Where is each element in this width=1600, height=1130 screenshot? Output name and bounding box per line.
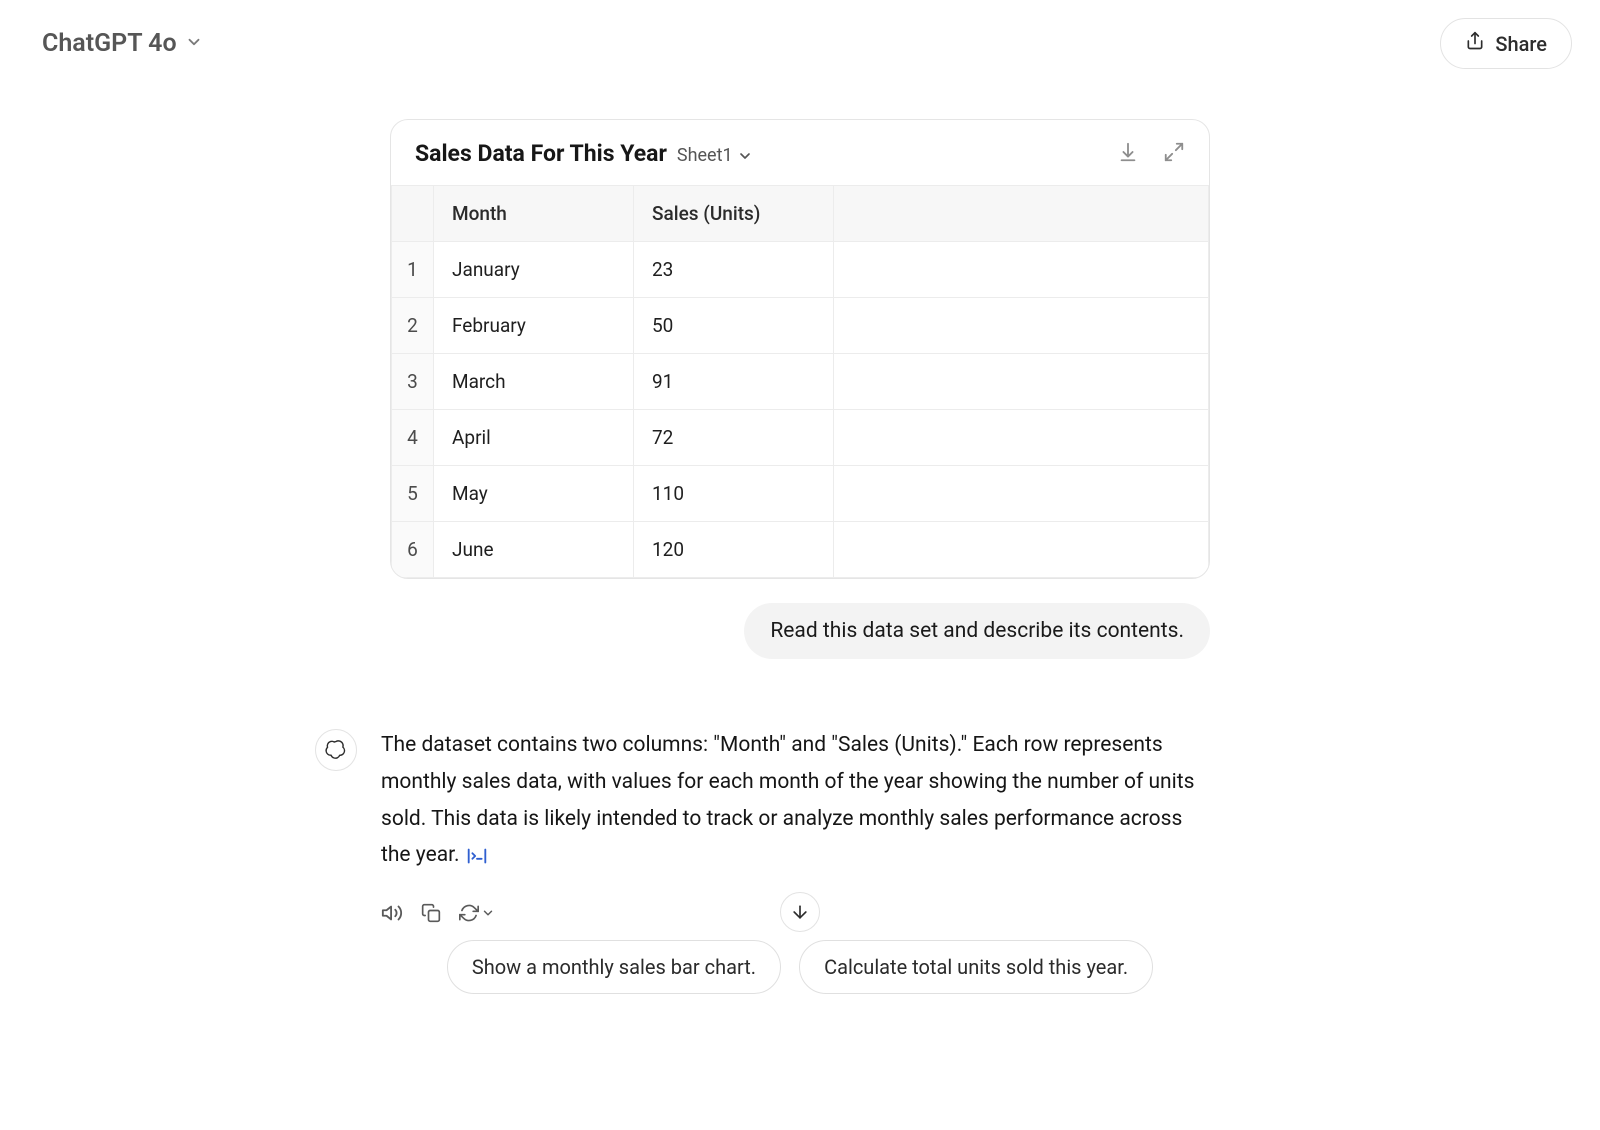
arrow-down-icon: [790, 902, 810, 922]
cell-blank: [834, 466, 1209, 522]
cell-sales: 72: [634, 410, 834, 466]
col-header-month[interactable]: Month: [434, 186, 634, 242]
suggestion-pill[interactable]: Show a monthly sales bar chart.: [447, 940, 781, 994]
table-row[interactable]: 2 February 50: [392, 298, 1209, 354]
user-message: Read this data set and describe its cont…: [744, 603, 1210, 659]
cell-month: April: [434, 410, 634, 466]
expand-icon: [1163, 141, 1185, 163]
copy-button[interactable]: [421, 903, 441, 923]
cell-month: March: [434, 354, 634, 410]
cell-sales: 120: [634, 522, 834, 578]
chevron-down-icon: [737, 148, 753, 164]
row-number: 3: [392, 354, 434, 410]
cell-blank: [834, 522, 1209, 578]
suggestion-pill[interactable]: Calculate total units sold this year.: [799, 940, 1153, 994]
model-name: ChatGPT 4o: [42, 29, 177, 58]
cell-blank: [834, 298, 1209, 354]
row-number: 1: [392, 242, 434, 298]
cell-blank: [834, 242, 1209, 298]
sheet-tab-label: Sheet1: [677, 145, 733, 166]
assistant-message: The dataset contains two columns: "Month…: [381, 727, 1210, 874]
refresh-icon: [459, 903, 479, 923]
expand-button[interactable]: [1163, 141, 1185, 167]
code-reference-link[interactable]: [465, 846, 489, 866]
chevron-down-icon: [481, 906, 495, 920]
share-icon: [1465, 31, 1485, 56]
copy-icon: [421, 903, 441, 923]
scroll-down-button[interactable]: [780, 892, 820, 932]
table-row[interactable]: 5 May 110: [392, 466, 1209, 522]
regenerate-button[interactable]: [459, 903, 495, 923]
cell-month: January: [434, 242, 634, 298]
read-aloud-button[interactable]: [381, 902, 403, 924]
row-number: 5: [392, 466, 434, 522]
assistant-avatar: [315, 729, 357, 771]
cell-month: February: [434, 298, 634, 354]
table-row[interactable]: 4 April 72: [392, 410, 1209, 466]
table-corner: [392, 186, 434, 242]
chevron-down-icon: [185, 29, 203, 58]
cell-blank: [834, 410, 1209, 466]
table-row[interactable]: 6 June 120: [392, 522, 1209, 578]
sheet-title: Sales Data For This Year: [415, 140, 667, 167]
spreadsheet-card: Sales Data For This Year Sheet1: [390, 119, 1210, 579]
share-label: Share: [1495, 32, 1547, 56]
model-selector[interactable]: ChatGPT 4o: [42, 29, 203, 58]
assistant-message-text: The dataset contains two columns: "Month…: [381, 733, 1194, 867]
cell-month: May: [434, 466, 634, 522]
cell-blank: [834, 354, 1209, 410]
table-row[interactable]: 3 March 91: [392, 354, 1209, 410]
cell-month: June: [434, 522, 634, 578]
openai-logo-icon: [324, 738, 348, 762]
sheet-tab-selector[interactable]: Sheet1: [677, 145, 753, 166]
cell-sales: 50: [634, 298, 834, 354]
cell-sales: 23: [634, 242, 834, 298]
row-number: 2: [392, 298, 434, 354]
cell-sales: 110: [634, 466, 834, 522]
cell-sales: 91: [634, 354, 834, 410]
share-button[interactable]: Share: [1440, 18, 1572, 69]
download-button[interactable]: [1117, 141, 1139, 167]
table-row[interactable]: 1 January 23: [392, 242, 1209, 298]
col-header-blank: [834, 186, 1209, 242]
data-table: Month Sales (Units) 1 January 23 2 Febru…: [391, 185, 1209, 578]
row-number: 4: [392, 410, 434, 466]
download-icon: [1117, 141, 1139, 163]
code-icon: [465, 846, 489, 866]
speaker-icon: [381, 902, 403, 924]
row-number: 6: [392, 522, 434, 578]
col-header-sales[interactable]: Sales (Units): [634, 186, 834, 242]
